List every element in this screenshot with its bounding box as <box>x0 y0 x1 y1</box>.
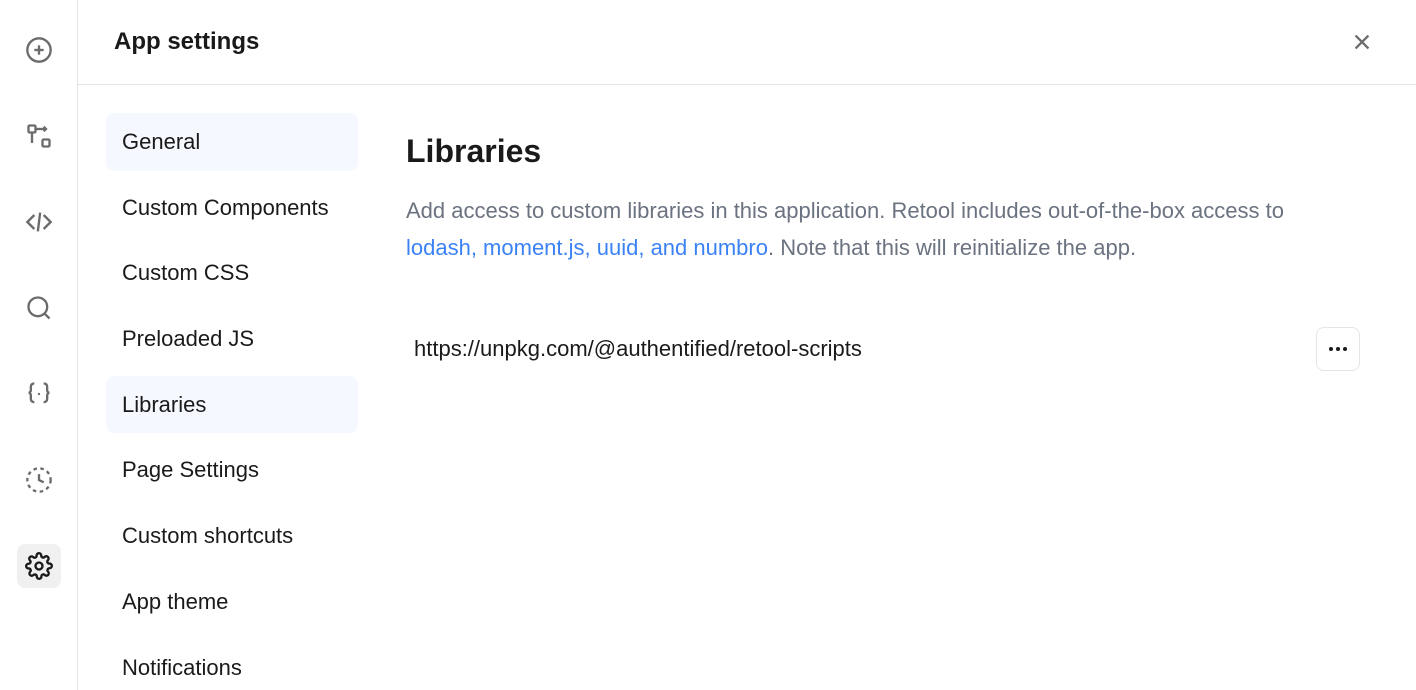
desc-suffix: . Note that this will reinitialize the a… <box>768 235 1136 260</box>
search-icon[interactable] <box>17 286 61 330</box>
nav-item-notifications[interactable]: Notifications <box>106 639 358 690</box>
library-menu-button[interactable] <box>1316 327 1360 371</box>
content-area: Libraries Add access to custom libraries… <box>358 85 1416 690</box>
braces-icon[interactable] <box>17 372 61 416</box>
nav-item-custom-shortcuts[interactable]: Custom shortcuts <box>106 507 358 565</box>
nav-item-custom-css[interactable]: Custom CSS <box>106 244 358 302</box>
nav-item-preloaded-js[interactable]: Preloaded JS <box>106 310 358 368</box>
more-horizontal-icon <box>1326 337 1350 361</box>
flow-icon[interactable] <box>17 114 61 158</box>
close-icon <box>1351 31 1373 53</box>
panel-title: App settings <box>114 28 259 56</box>
settings-nav: General Custom Components Custom CSS Pre… <box>78 85 358 690</box>
nav-item-libraries[interactable]: Libraries <box>106 376 358 434</box>
icon-rail <box>0 0 78 690</box>
content-heading: Libraries <box>406 133 1368 170</box>
close-button[interactable] <box>1344 24 1380 60</box>
library-url: https://unpkg.com/@authentified/retool-s… <box>414 336 862 362</box>
code-icon[interactable] <box>17 200 61 244</box>
nav-item-page-settings[interactable]: Page Settings <box>106 441 358 499</box>
nav-item-general[interactable]: General <box>106 113 358 171</box>
nav-item-custom-components[interactable]: Custom Components <box>106 179 358 237</box>
nav-item-app-theme[interactable]: App theme <box>106 573 358 631</box>
content-description: Add access to custom libraries in this a… <box>406 192 1346 267</box>
gear-icon[interactable] <box>17 544 61 588</box>
library-row: https://unpkg.com/@authentified/retool-s… <box>406 323 1368 375</box>
desc-prefix: Add access to custom libraries in this a… <box>406 198 1284 223</box>
panel-header: App settings <box>78 0 1416 85</box>
settings-panel: App settings General Custom Components C… <box>78 0 1416 690</box>
clock-icon[interactable] <box>17 458 61 502</box>
plus-circle-icon[interactable] <box>17 28 61 72</box>
desc-link[interactable]: lodash, moment.js, uuid, and numbro <box>406 235 768 260</box>
libraries-list: https://unpkg.com/@authentified/retool-s… <box>406 323 1368 375</box>
